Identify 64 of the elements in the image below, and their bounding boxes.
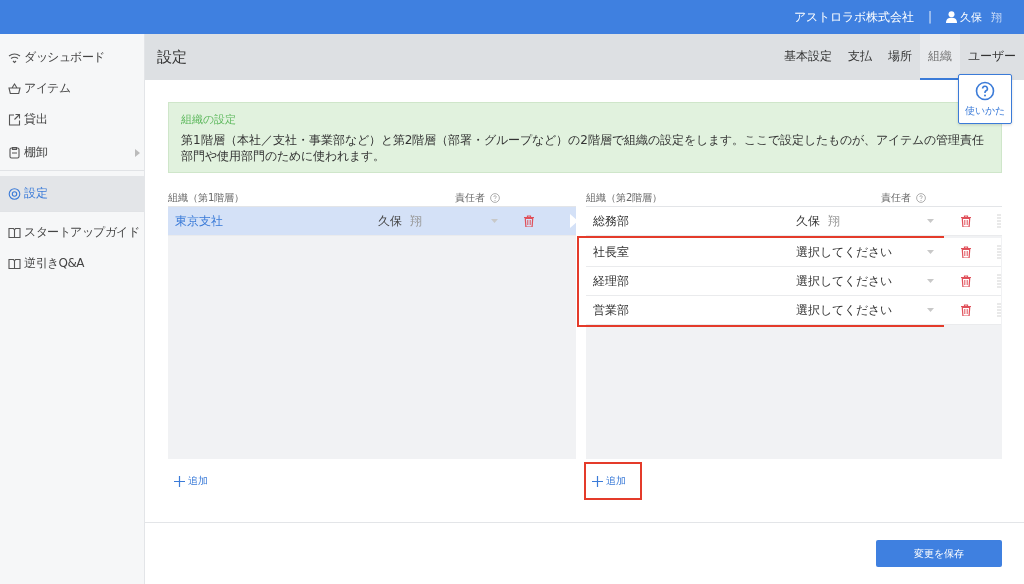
owner-select[interactable]: 久保 翔 [378,212,500,230]
delete-icon [961,275,971,288]
external-link-icon [8,113,21,126]
dropdown-caret-icon [927,308,934,313]
delete-icon [961,215,971,228]
plus-icon [592,475,603,487]
list-row[interactable]: 社長室 選択してください [586,238,1001,268]
tab[interactable]: 組織 [920,34,960,80]
column-header: 責任者 [455,190,485,205]
tab[interactable]: 基本設定 [776,34,840,80]
tab[interactable]: 場所 [880,34,920,80]
sidebar-item[interactable]: 棚卸 [0,135,144,171]
organization-name: 社長室 [593,243,630,261]
pointer-arrow-icon [570,214,578,229]
dropdown-caret-icon [927,250,934,255]
page-title: 設定 [157,47,187,67]
dropdown-caret-icon [927,279,934,284]
add-button[interactable]: 追加 [584,462,642,501]
column-header: 組織（第1階層） [168,190,246,205]
book-icon [8,226,21,239]
delete-icon [961,246,971,259]
help-icon [490,192,500,203]
organization-name: 東京支社 [175,212,224,230]
list-row[interactable]: 経理部 選択してください [586,267,1001,297]
save-button[interactable]: 変更を保存 [876,540,1002,567]
list-row[interactable]: 総務部 久保 翔 [586,207,1002,237]
owner-select[interactable]: 選択してください [796,243,936,261]
add-button[interactable]: 追加 [166,462,224,501]
dropdown-caret-icon [491,219,498,224]
organization-name: 経理部 [593,272,630,290]
owner-select[interactable]: 選択してください [796,272,936,290]
column-header: 組織（第2階層） [586,190,664,205]
help-popup[interactable]: 使いかた [958,74,1012,124]
basket-icon [8,82,21,95]
owner-select[interactable]: 選択してください [796,301,936,319]
sidebar-item[interactable]: 逆引きQ&A [0,248,144,279]
plus-icon [174,475,185,487]
organization-name: 営業部 [593,301,630,319]
tab[interactable]: 支払 [840,34,880,80]
sidebar-item[interactable]: 貸出 [0,104,144,135]
user-menu[interactable]: 久保 翔 [946,9,1002,25]
sidebar-item[interactable]: ダッシュボード [0,42,144,73]
expand-arrow-icon [135,148,140,157]
clipboard-icon [8,146,21,159]
column-header: 責任者 [881,190,911,205]
company-name: アストロラボ株式会社 [793,8,914,26]
info-text: 第1階層（本社／支社・事業部など）と第2階層（部署・グループなど）の2階層で組織の設定をします。ここで設定したものが、アイテムの管理責任部門や使用部門のために使われます。 [181,133,985,165]
list-row[interactable]: 営業部 選択してください [586,296,1001,326]
help-icon [916,192,926,203]
organization-name: 総務部 [593,212,630,230]
help-icon [975,80,995,101]
person-icon [946,11,957,23]
sidebar-item[interactable]: アイテム [0,73,144,104]
delete-icon [961,304,971,317]
book-icon [8,257,21,270]
delete-icon [524,215,534,228]
separator: | [927,10,932,24]
owner-select[interactable]: 久保 翔 [796,212,936,230]
sidebar-item[interactable]: スタートアップガイド [0,217,144,248]
dropdown-caret-icon [927,219,934,224]
sidebar-item[interactable]: 設定 [0,176,144,212]
wifi-icon [8,51,21,64]
list-row[interactable]: 東京支社 久保 翔 [168,207,576,237]
settings-icon [8,187,21,200]
